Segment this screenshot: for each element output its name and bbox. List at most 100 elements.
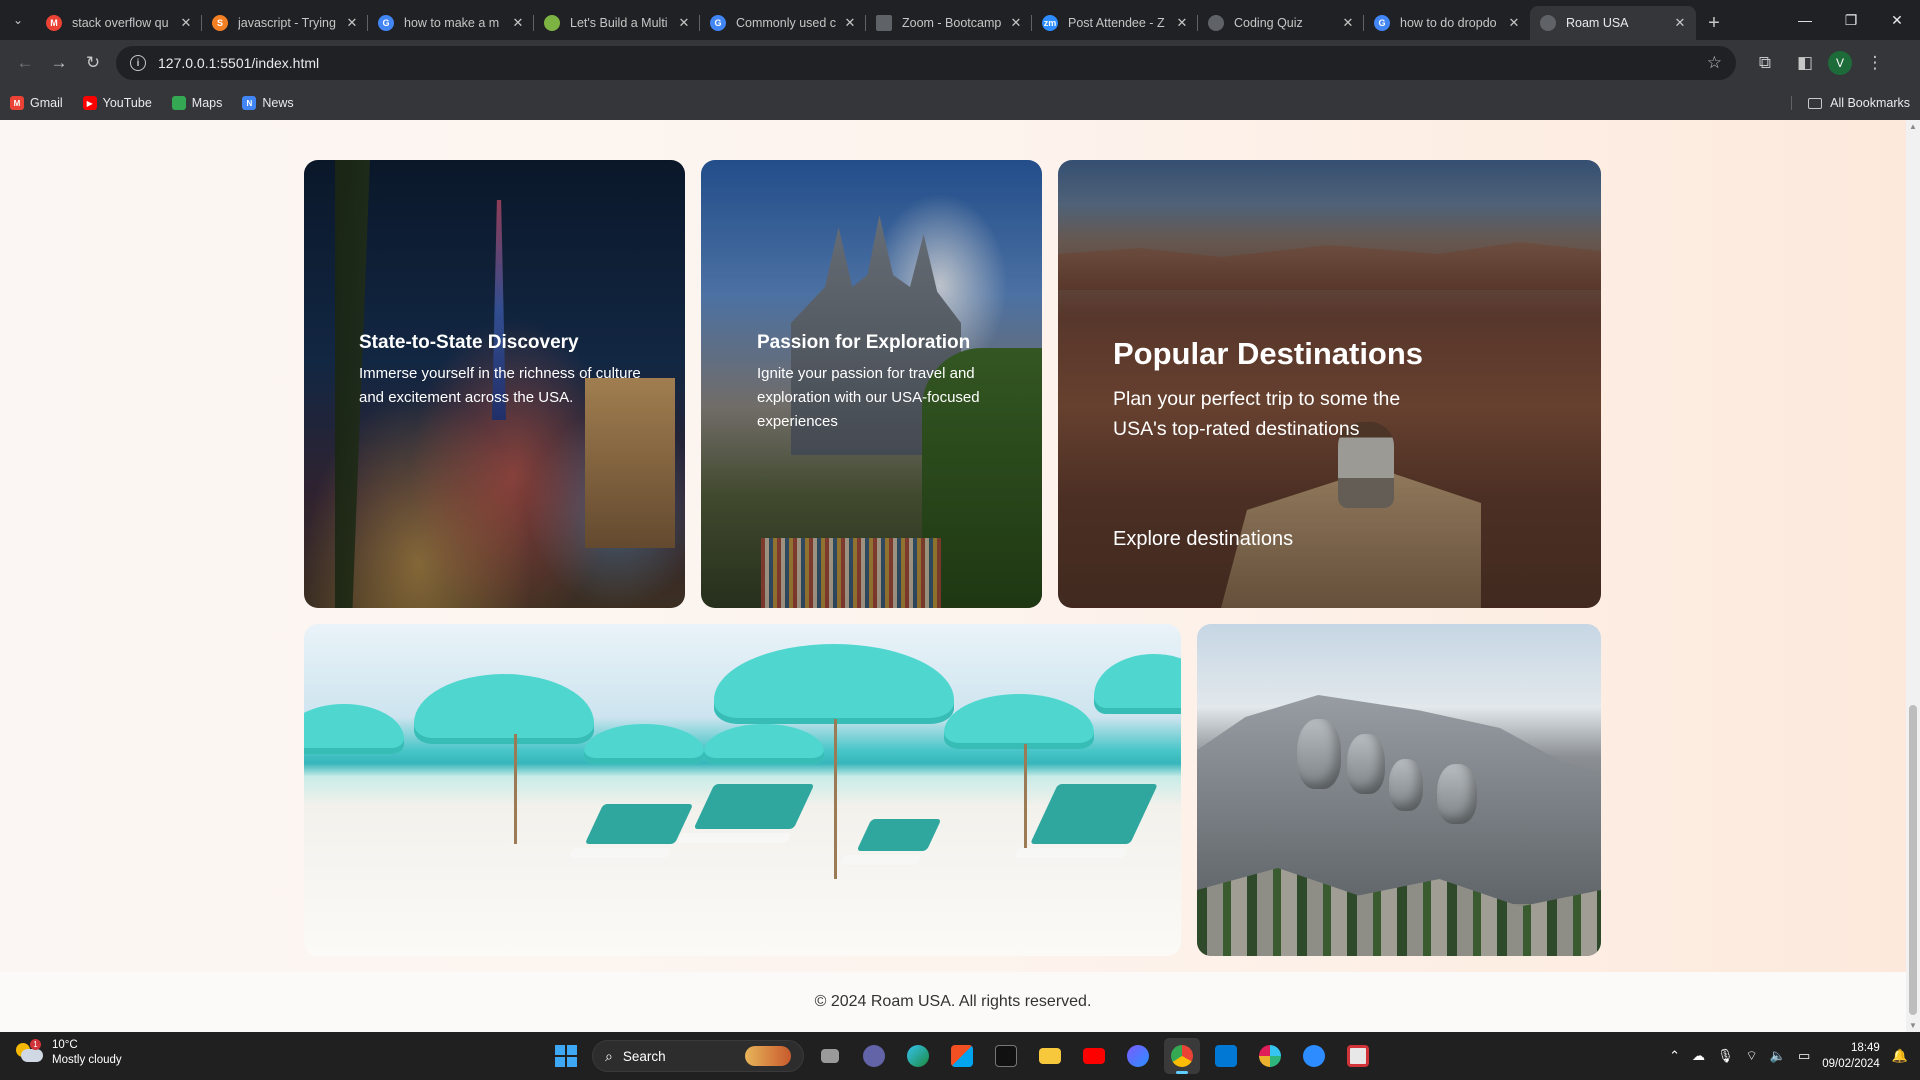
reload-icon[interactable]: ↻ xyxy=(76,46,110,80)
news-icon: N xyxy=(242,96,257,110)
globe-icon xyxy=(1208,15,1224,31)
site-info-icon[interactable]: i xyxy=(130,55,146,71)
close-icon[interactable]: ✕ xyxy=(1340,15,1356,31)
stackoverflow-icon: S xyxy=(212,15,228,31)
notification-bell-icon[interactable]: 🔔 xyxy=(1892,1048,1908,1064)
side-panel-icon[interactable]: ◧ xyxy=(1788,46,1822,80)
system-tray: ⌃ ☁ 🎙 ⌔ 🔈 ▭ 18:49 09/02/2024 🔔 xyxy=(1669,1032,1908,1080)
back-icon[interactable]: ← xyxy=(8,46,42,80)
browser-tab[interactable]: S javascript - Trying ✕ xyxy=(202,6,368,40)
battery-icon[interactable]: ▭ xyxy=(1798,1048,1810,1064)
scroll-down-icon[interactable]: ▼ xyxy=(1908,1021,1918,1030)
close-window-icon[interactable]: ✕ xyxy=(1874,0,1920,40)
microphone-icon[interactable]: 🎙 xyxy=(1717,1048,1734,1064)
browser-tab-active[interactable]: Roam USA ✕ xyxy=(1530,6,1696,40)
close-icon[interactable]: ✕ xyxy=(1672,15,1688,31)
vscode-icon[interactable] xyxy=(1208,1038,1244,1074)
edge-icon[interactable] xyxy=(900,1038,936,1074)
forward-icon[interactable]: → xyxy=(42,46,76,80)
bookmark-gmail[interactable]: M Gmail xyxy=(10,96,63,110)
onedrive-cloud-icon[interactable]: ☁ xyxy=(1692,1048,1705,1064)
tab-search-icon[interactable]: ⌄ xyxy=(0,0,36,40)
bookmark-youtube[interactable]: ▶ YouTube xyxy=(82,96,152,110)
close-icon[interactable]: ✕ xyxy=(676,15,692,31)
umbrella-image xyxy=(414,674,594,744)
windows-taskbar: 1 10°C Mostly cloudy ⌕ Search ⌃ ☁ 🎙 ⌔ 🔈 … xyxy=(0,1032,1920,1080)
time-text: 18:49 xyxy=(1851,1042,1880,1054)
google-icon: G xyxy=(1374,15,1390,31)
umbrella-image xyxy=(714,644,954,724)
close-icon[interactable]: ✕ xyxy=(344,15,360,31)
wifi-icon[interactable]: ⌔ xyxy=(1746,1048,1758,1064)
slack-icon[interactable] xyxy=(1252,1038,1288,1074)
umbrella-pole xyxy=(514,734,517,844)
umbrella-image xyxy=(304,704,404,754)
browser-tab[interactable]: zm Post Attendee - Z ✕ xyxy=(1032,6,1198,40)
page-scrollbar[interactable]: ▲ ▼ xyxy=(1906,120,1920,1032)
volume-icon[interactable]: 🔈 xyxy=(1770,1048,1786,1064)
umbrella-pole xyxy=(834,719,837,879)
bookmark-star-icon[interactable]: ☆ xyxy=(1707,53,1722,73)
browser-tab[interactable]: G how to make a m ✕ xyxy=(368,6,534,40)
task-view-icon[interactable] xyxy=(812,1038,848,1074)
store-icon[interactable] xyxy=(944,1038,980,1074)
card-text: Immerse yourself in the richness of cult… xyxy=(359,365,641,406)
tab-title: Let's Build a Multi xyxy=(570,16,668,30)
lounge-chair-image xyxy=(1030,784,1158,844)
window-controls: — ❐ ✕ xyxy=(1782,0,1920,40)
globe-icon xyxy=(1540,15,1556,31)
lounge-chair-image xyxy=(856,819,942,851)
restore-icon[interactable]: ❐ xyxy=(1828,0,1874,40)
browser-tab[interactable]: G how to do dropdo ✕ xyxy=(1364,6,1530,40)
close-icon[interactable]: ✕ xyxy=(1008,15,1024,31)
all-bookmarks[interactable]: All Bookmarks xyxy=(1791,96,1910,110)
browser-tab[interactable]: Coding Quiz ✕ xyxy=(1198,6,1364,40)
media-app-icon[interactable] xyxy=(988,1038,1024,1074)
url-text[interactable]: 127.0.0.1:5501/index.html xyxy=(158,55,1707,71)
close-icon[interactable]: ✕ xyxy=(178,15,194,31)
media-player-icon[interactable] xyxy=(1120,1038,1156,1074)
taskbar-search[interactable]: ⌕ Search xyxy=(592,1040,804,1072)
lounge-chair-image xyxy=(693,784,815,829)
extensions-icon[interactable]: ⧉ xyxy=(1748,46,1782,80)
browser-tab[interactable]: Zoom - Bootcamp ✕ xyxy=(866,6,1032,40)
tab-title: javascript - Trying xyxy=(238,16,336,30)
address-bar[interactable]: i 127.0.0.1:5501/index.html ☆ xyxy=(116,46,1736,80)
browser-tab[interactable]: G Commonly used c ✕ xyxy=(700,6,866,40)
start-button[interactable] xyxy=(548,1038,584,1074)
bookmark-news[interactable]: N News xyxy=(242,96,294,110)
youtube-icon: ▶ xyxy=(82,96,97,110)
scroll-up-icon[interactable]: ▲ xyxy=(1908,122,1918,131)
weather-widget[interactable]: 1 10°C Mostly cloudy xyxy=(16,1038,122,1068)
profile-avatar[interactable]: V xyxy=(1828,51,1852,75)
chrome-icon[interactable] xyxy=(1164,1038,1200,1074)
scrollbar-thumb[interactable] xyxy=(1909,705,1917,1015)
menu-kebab-icon[interactable]: ⋮ xyxy=(1858,46,1892,80)
new-tab-icon[interactable]: + xyxy=(1696,6,1732,40)
close-icon[interactable]: ✕ xyxy=(1506,15,1522,31)
explore-destinations-link[interactable]: Explore destinations xyxy=(1113,528,1293,551)
bookmark-maps[interactable]: Maps xyxy=(171,96,222,110)
maps-icon xyxy=(171,96,186,110)
umbrella-image xyxy=(704,724,824,764)
file-explorer-icon[interactable] xyxy=(1032,1038,1068,1074)
youtube-app-icon[interactable] xyxy=(1076,1038,1112,1074)
umbrella-pole xyxy=(1024,744,1027,854)
close-icon[interactable]: ✕ xyxy=(1174,15,1190,31)
close-icon[interactable]: ✕ xyxy=(510,15,526,31)
page-viewport: State-to-State Discovery Immerse yoursel… xyxy=(0,120,1920,1032)
zoom-app-icon[interactable] xyxy=(1296,1038,1332,1074)
minimize-icon[interactable]: — xyxy=(1782,0,1828,40)
chevron-up-icon[interactable]: ⌃ xyxy=(1669,1048,1680,1064)
browser-tab[interactable]: M stack overflow qu ✕ xyxy=(36,6,202,40)
date-text: 09/02/2024 xyxy=(1822,1058,1880,1070)
teams-chat-icon[interactable] xyxy=(856,1038,892,1074)
gmail-icon: M xyxy=(10,96,24,110)
card-text: Ignite your passion for travel and explo… xyxy=(757,365,980,430)
snipping-tool-icon[interactable] xyxy=(1340,1038,1376,1074)
browser-tab[interactable]: Let's Build a Multi ✕ xyxy=(534,6,700,40)
card-beach xyxy=(304,624,1181,956)
card-vegas: State-to-State Discovery Immerse yoursel… xyxy=(304,160,685,608)
close-icon[interactable]: ✕ xyxy=(842,15,858,31)
clock[interactable]: 18:49 09/02/2024 xyxy=(1822,1040,1880,1072)
